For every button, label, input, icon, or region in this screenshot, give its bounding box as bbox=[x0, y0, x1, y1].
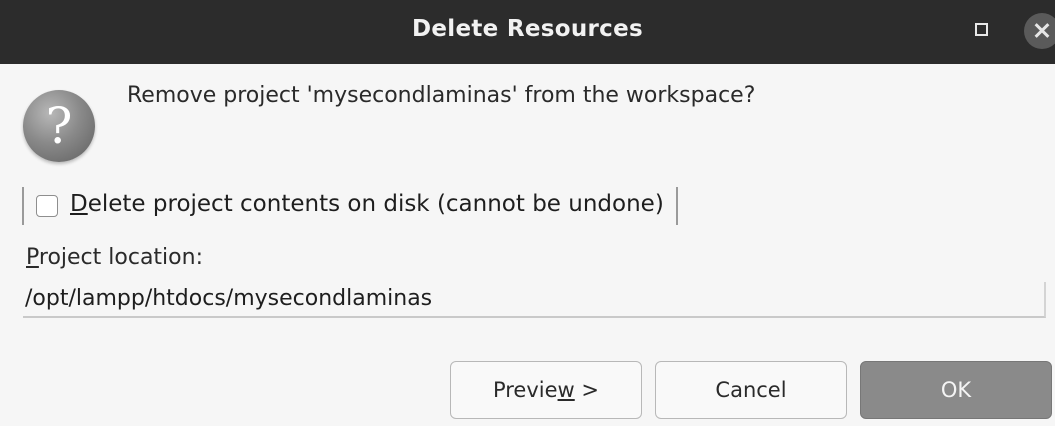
preview-button[interactable]: Preview > bbox=[450, 361, 642, 419]
project-location-field[interactable]: /opt/lampp/htdocs/mysecondlaminas bbox=[23, 282, 1046, 318]
title-bar[interactable]: Delete Resources bbox=[0, 0, 1055, 64]
delete-contents-checkbox[interactable] bbox=[36, 195, 58, 217]
delete-contents-label[interactable]: Delete project contents on disk (cannot … bbox=[70, 191, 664, 217]
close-icon[interactable] bbox=[1024, 13, 1055, 49]
maximize-icon[interactable] bbox=[975, 23, 988, 36]
project-location-label: Project location: bbox=[26, 245, 203, 270]
project-location-value: /opt/lampp/htdocs/mysecondlaminas bbox=[25, 286, 433, 311]
confirmation-message: Remove project 'mysecondlaminas' from th… bbox=[127, 83, 756, 108]
ok-button[interactable]: OK bbox=[860, 361, 1052, 419]
question-icon: ? bbox=[23, 90, 95, 162]
delete-resources-dialog: Delete Resources ? Remove project 'mysec… bbox=[0, 0, 1055, 426]
cancel-button[interactable]: Cancel bbox=[655, 361, 847, 419]
preview-button-label: Preview > bbox=[492, 378, 600, 402]
delete-contents-option[interactable]: Delete project contents on disk (cannot … bbox=[22, 187, 678, 225]
window-title: Delete Resources bbox=[411, 16, 643, 42]
